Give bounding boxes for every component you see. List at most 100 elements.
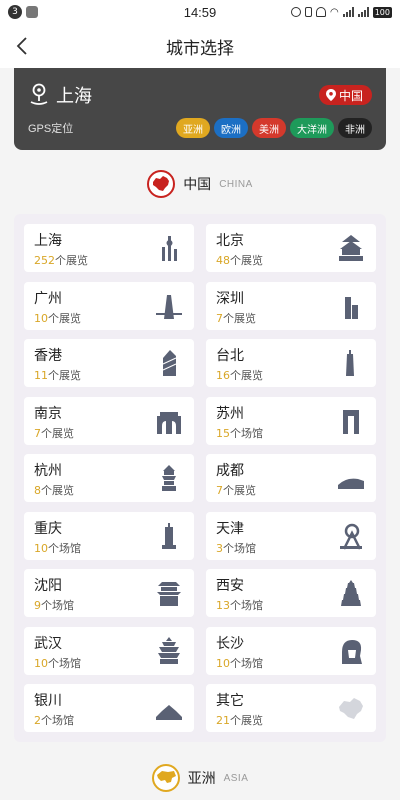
count-number: 8 <box>34 484 41 497</box>
continent-chip[interactable]: 美洲 <box>252 118 286 138</box>
city-card-12[interactable]: 沈阳 9个场馆 <box>24 569 194 617</box>
city-name: 其它 <box>216 693 244 709</box>
count-number: 48 <box>216 254 230 267</box>
city-card-10[interactable]: 重庆 10个场馆 <box>24 511 194 560</box>
page-title: 城市选择 <box>166 38 234 59</box>
giant-wild-goose-pagoda-icon <box>336 578 366 608</box>
city-name: 南京 <box>34 405 62 422</box>
count-unit: 个场馆 <box>48 656 81 670</box>
count-unit: 个场馆 <box>48 541 81 555</box>
count-number: 2 <box>34 714 41 727</box>
city-name: 武汉 <box>34 635 62 652</box>
gps-label: GPS定位 <box>28 123 74 135</box>
status-time: 14:59 <box>183 4 217 20</box>
city-card-2[interactable]: 广州 10个展览 <box>24 281 194 330</box>
city-card-11[interactable]: 天津 3个场馆 <box>206 511 376 560</box>
west-xia-tombs-icon <box>154 693 184 723</box>
city-name: 长沙 <box>216 635 244 652</box>
liberation-monument-icon <box>154 521 184 551</box>
city-count: 48个展览 <box>216 252 263 268</box>
gate-of-orient-icon <box>336 406 366 436</box>
count-number: 10 <box>34 656 48 670</box>
count-unit: 个展览 <box>223 484 256 497</box>
china-emblem-icon <box>147 170 176 198</box>
city-card-14[interactable]: 武汉 10个场馆 <box>24 626 194 675</box>
signal-icon-2 <box>357 7 369 17</box>
city-name: 深圳 <box>216 290 244 307</box>
city-name: 北京 <box>216 233 244 249</box>
city-card-4[interactable]: 香港 11个展览 <box>24 339 194 387</box>
city-name: 天津 <box>216 520 244 537</box>
city-card-5[interactable]: 台北 16个展览 <box>206 339 376 387</box>
canton-tower-icon <box>154 291 184 321</box>
continent-chip[interactable]: 亚洲 <box>176 118 210 138</box>
asia-emblem-icon <box>151 764 180 792</box>
yellow-crane-tower-icon <box>154 636 184 666</box>
city-card-15[interactable]: 长沙 10个场馆 <box>206 626 376 675</box>
city-count: 16个展览 <box>216 367 263 383</box>
city-card-9[interactable]: 成都 7个展览 <box>206 454 376 502</box>
city-count: 252个展览 <box>34 252 88 268</box>
count-number: 21 <box>216 714 230 727</box>
continent-chip[interactable]: 大洋洲 <box>290 118 334 138</box>
city-card-0[interactable]: 上海 252个展览 <box>24 224 194 272</box>
city-name: 西安 <box>216 578 244 594</box>
city-card-8[interactable]: 杭州 8个展览 <box>24 454 194 502</box>
city-card-17[interactable]: 其它 21个展览 <box>206 684 376 732</box>
city-count: 8个展览 <box>34 482 74 498</box>
count-number: 11 <box>34 369 48 382</box>
city-card-3[interactable]: 深圳 7个展览 <box>206 281 376 330</box>
city-card-13[interactable]: 西安 13个场馆 <box>206 569 376 617</box>
city-count: 21个展览 <box>216 712 263 728</box>
count-unit: 个展览 <box>41 484 74 497</box>
temple-of-heaven-icon <box>336 233 366 263</box>
section-header-asia: 亚洲 ASIA <box>0 764 400 792</box>
city-card-7[interactable]: 苏州 15个场馆 <box>206 396 376 445</box>
city-name: 苏州 <box>216 405 244 422</box>
count-unit: 个展览 <box>230 254 263 267</box>
count-unit: 个场馆 <box>230 656 263 670</box>
battery-icon: 100 <box>372 6 392 18</box>
shenzhen-tower-icon <box>336 291 366 321</box>
count-number: 252 <box>34 254 55 267</box>
city-gate-icon <box>154 406 184 436</box>
continent-chip[interactable]: 欧洲 <box>214 118 248 138</box>
city-card-16[interactable]: 银川 2个场馆 <box>24 684 194 732</box>
city-count: 10个场馆 <box>216 655 263 671</box>
city-count: 10个场馆 <box>34 655 81 671</box>
count-unit: 个展览 <box>48 311 81 325</box>
city-name: 沈阳 <box>34 578 62 594</box>
current-city[interactable]: 上海 <box>56 82 92 108</box>
city-card-6[interactable]: 南京 7个展览 <box>24 396 194 445</box>
bank-of-china-tower-icon <box>154 348 184 378</box>
city-count: 11个展览 <box>34 367 81 383</box>
city-name: 成都 <box>216 463 244 479</box>
count-number: 13 <box>216 599 230 612</box>
china-map-icon <box>336 693 366 723</box>
section-subtitle: CHINA <box>219 178 253 190</box>
count-number: 7 <box>216 484 223 497</box>
city-name: 台北 <box>216 348 244 364</box>
city-count: 7个展览 <box>216 310 256 326</box>
country-chip[interactable]: 中国 <box>318 85 372 105</box>
city-name: 香港 <box>34 348 62 364</box>
count-number: 16 <box>216 369 230 382</box>
signal-icon <box>342 7 354 17</box>
gps-location-card: 上海 GPS定位 中国 亚洲 欧洲 美洲 大洋洲 非洲 <box>14 68 386 150</box>
continent-filter: 亚洲 欧洲 美洲 大洋洲 非洲 <box>176 118 372 138</box>
building-skyline-icon <box>336 463 366 493</box>
count-unit: 个场馆 <box>41 714 74 727</box>
vibrate-icon <box>304 7 312 17</box>
count-unit: 个展览 <box>48 369 81 382</box>
city-count: 10个展览 <box>34 310 81 326</box>
section-title: 中国 <box>183 177 212 193</box>
map-marker-icon <box>325 89 336 101</box>
city-name: 上海 <box>34 233 62 249</box>
continent-chip[interactable]: 非洲 <box>338 118 372 138</box>
count-number: 10 <box>34 541 48 555</box>
section-header-china: 中国 CHINA <box>0 170 400 198</box>
city-name: 广州 <box>34 290 62 307</box>
city-card-1[interactable]: 北京 48个展览 <box>206 224 376 272</box>
back-button[interactable] <box>8 30 36 62</box>
count-unit: 个展览 <box>230 714 263 727</box>
